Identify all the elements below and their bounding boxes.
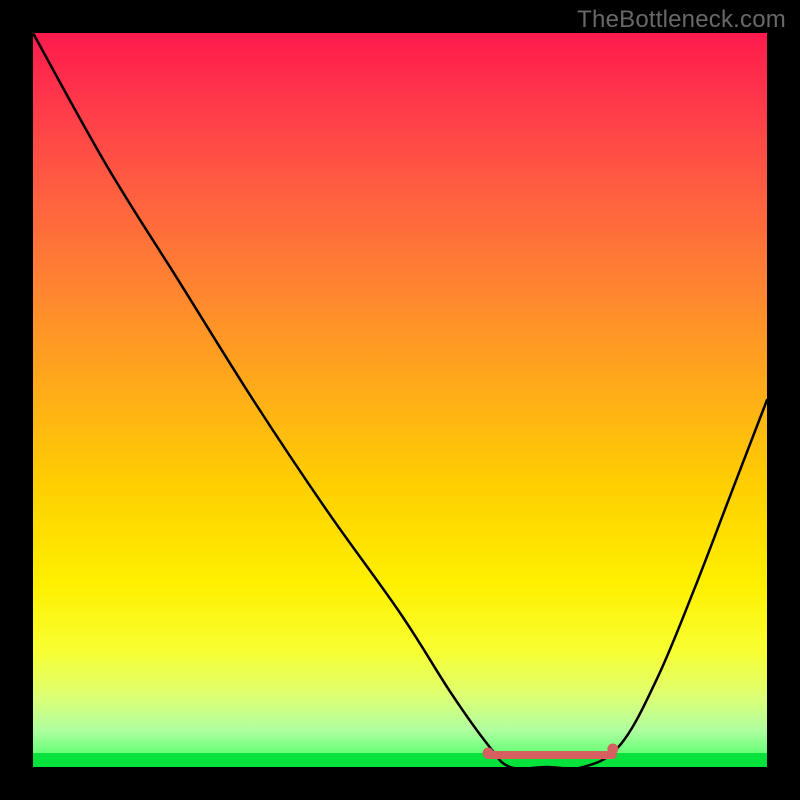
- plot-area: [33, 33, 767, 767]
- optimal-dot-left: [483, 748, 494, 759]
- curve-svg: [33, 33, 767, 767]
- optimal-dot-right: [607, 744, 618, 755]
- watermark-text: TheBottleneck.com: [577, 6, 786, 34]
- bottleneck-curve-path: [33, 33, 767, 767]
